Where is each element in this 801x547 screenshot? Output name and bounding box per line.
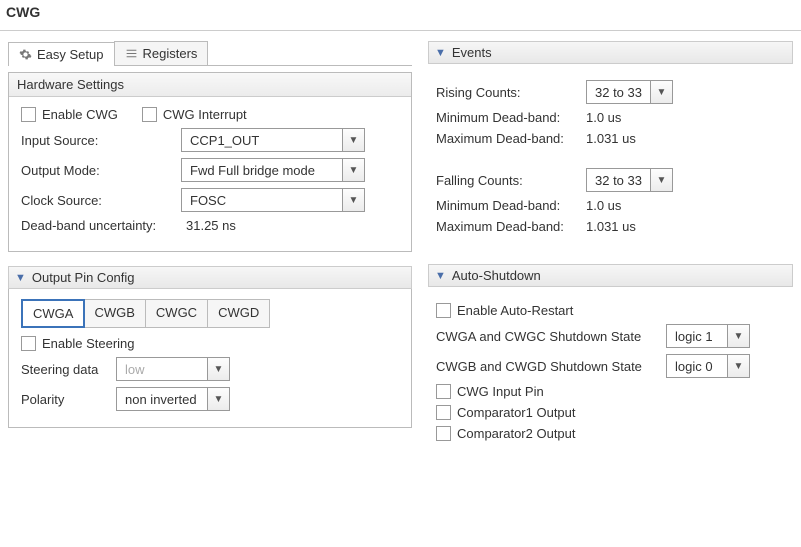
triangle-down-icon: ▼ [435,270,446,282]
shutdown-state-ac-label: CWGA and CWGC Shutdown State [436,329,666,344]
subtab-cwgb[interactable]: CWGB [84,300,145,327]
chevron-down-icon: ▼ [342,129,364,151]
steering-data-dropdown[interactable]: low ▼ [116,357,230,381]
checkbox-box [21,336,36,351]
tab-easy-setup[interactable]: Easy Setup [8,42,115,66]
deadband-unc-label: Dead-band uncertainty: [21,218,186,233]
clock-source-value: FOSC [182,189,342,211]
output-pin-title: Output Pin Config [32,270,135,285]
subtab-cwgc[interactable]: CWGC [146,300,208,327]
cwg-input-pin-label: CWG Input Pin [457,384,544,399]
shutdown-state-bd-value: logic 0 [667,355,727,377]
auto-shutdown-header[interactable]: ▼ Auto-Shutdown [428,264,793,287]
input-source-dropdown[interactable]: CCP1_OUT ▼ [181,128,365,152]
events-header[interactable]: ▼ Events [428,41,793,64]
output-pin-panel: ▼ Output Pin Config CWGA CWGB CWGC CWGD … [8,266,412,428]
triangle-down-icon: ▼ [435,47,446,59]
checkbox-box [21,107,36,122]
auto-shutdown-title: Auto-Shutdown [452,268,541,283]
rising-min-label: Minimum Dead-band: [436,110,586,125]
rising-counts-value: 32 to 33 [587,81,650,103]
checkbox-box [436,405,451,420]
shutdown-state-bd-dropdown[interactable]: logic 0 ▼ [666,354,750,378]
input-source-value: CCP1_OUT [182,129,342,151]
falling-min-value: 1.0 us [586,198,621,213]
window-title: CWG [0,0,801,31]
enable-steering-label: Enable Steering [42,336,135,351]
triangle-down-icon: ▼ [15,272,26,284]
chevron-down-icon: ▼ [207,358,229,380]
checkbox-box [436,303,451,318]
shutdown-state-ac-dropdown[interactable]: logic 1 ▼ [666,324,750,348]
chevron-down-icon: ▼ [207,388,229,410]
output-pin-header[interactable]: ▼ Output Pin Config [8,266,412,289]
deadband-unc-value: 31.25 ns [186,218,236,233]
tab-registers-label: Registers [143,46,198,61]
input-source-label: Input Source: [21,133,181,148]
auto-shutdown-panel: ▼ Auto-Shutdown Enable Auto-Restart CWGA… [428,264,793,457]
comparator2-checkbox[interactable]: Comparator2 Output [436,426,576,441]
comparator1-checkbox[interactable]: Comparator1 Output [436,405,576,420]
polarity-value: non inverted [117,388,207,410]
comparator1-label: Comparator1 Output [457,405,576,420]
checkbox-box [436,384,451,399]
enable-cwg-label: Enable CWG [42,107,118,122]
rising-max-label: Maximum Dead-band: [436,131,586,146]
chevron-down-icon: ▼ [342,189,364,211]
main-tabbar: Easy Setup Registers [8,41,412,66]
subtab-cwgd[interactable]: CWGD [208,300,269,327]
output-mode-value: Fwd Full bridge mode [182,159,342,181]
chevron-down-icon: ▼ [650,81,672,103]
chevron-down-icon: ▼ [650,169,672,191]
output-mode-label: Output Mode: [21,163,181,178]
subtab-cwga[interactable]: CWGA [21,299,85,328]
polarity-dropdown[interactable]: non inverted ▼ [116,387,230,411]
shutdown-state-bd-label: CWGB and CWGD Shutdown State [436,359,666,374]
shutdown-state-ac-value: logic 1 [667,325,727,347]
chevron-down-icon: ▼ [727,325,749,347]
falling-max-value: 1.031 us [586,219,636,234]
steering-data-label: Steering data [21,362,116,377]
output-mode-dropdown[interactable]: Fwd Full bridge mode ▼ [181,158,365,182]
falling-counts-value: 32 to 33 [587,169,650,191]
enable-auto-restart-label: Enable Auto-Restart [457,303,573,318]
clock-source-label: Clock Source: [21,193,181,208]
gear-icon [19,48,32,61]
tab-registers[interactable]: Registers [114,41,209,65]
hardware-settings-title: Hardware Settings [9,73,411,97]
falling-max-label: Maximum Dead-band: [436,219,586,234]
falling-counts-dropdown[interactable]: 32 to 33 ▼ [586,168,673,192]
polarity-label: Polarity [21,392,116,407]
checkbox-box [436,426,451,441]
falling-min-label: Minimum Dead-band: [436,198,586,213]
tab-easy-setup-label: Easy Setup [37,47,104,62]
chevron-down-icon: ▼ [727,355,749,377]
enable-steering-checkbox[interactable]: Enable Steering [21,336,135,351]
checkbox-box [142,107,157,122]
cwg-input-pin-checkbox[interactable]: CWG Input Pin [436,384,544,399]
comparator2-label: Comparator2 Output [457,426,576,441]
events-title: Events [452,45,492,60]
rising-counts-label: Rising Counts: [436,85,586,100]
rising-min-value: 1.0 us [586,110,621,125]
steering-data-value: low [117,358,207,380]
events-panel: ▼ Events Rising Counts: 32 to 33 ▼ Minim… [428,41,793,250]
rising-counts-dropdown[interactable]: 32 to 33 ▼ [586,80,673,104]
list-icon [125,47,138,60]
output-pin-subtabs: CWGA CWGB CWGC CWGD [21,299,270,328]
chevron-down-icon: ▼ [342,159,364,181]
falling-counts-label: Falling Counts: [436,173,586,188]
cwg-interrupt-checkbox[interactable]: CWG Interrupt [142,107,247,122]
cwg-interrupt-label: CWG Interrupt [163,107,247,122]
hardware-settings-group: Hardware Settings Enable CWG CWG Interru… [8,72,412,252]
rising-max-value: 1.031 us [586,131,636,146]
clock-source-dropdown[interactable]: FOSC ▼ [181,188,365,212]
enable-cwg-checkbox[interactable]: Enable CWG [21,107,118,122]
enable-auto-restart-checkbox[interactable]: Enable Auto-Restart [436,303,573,318]
